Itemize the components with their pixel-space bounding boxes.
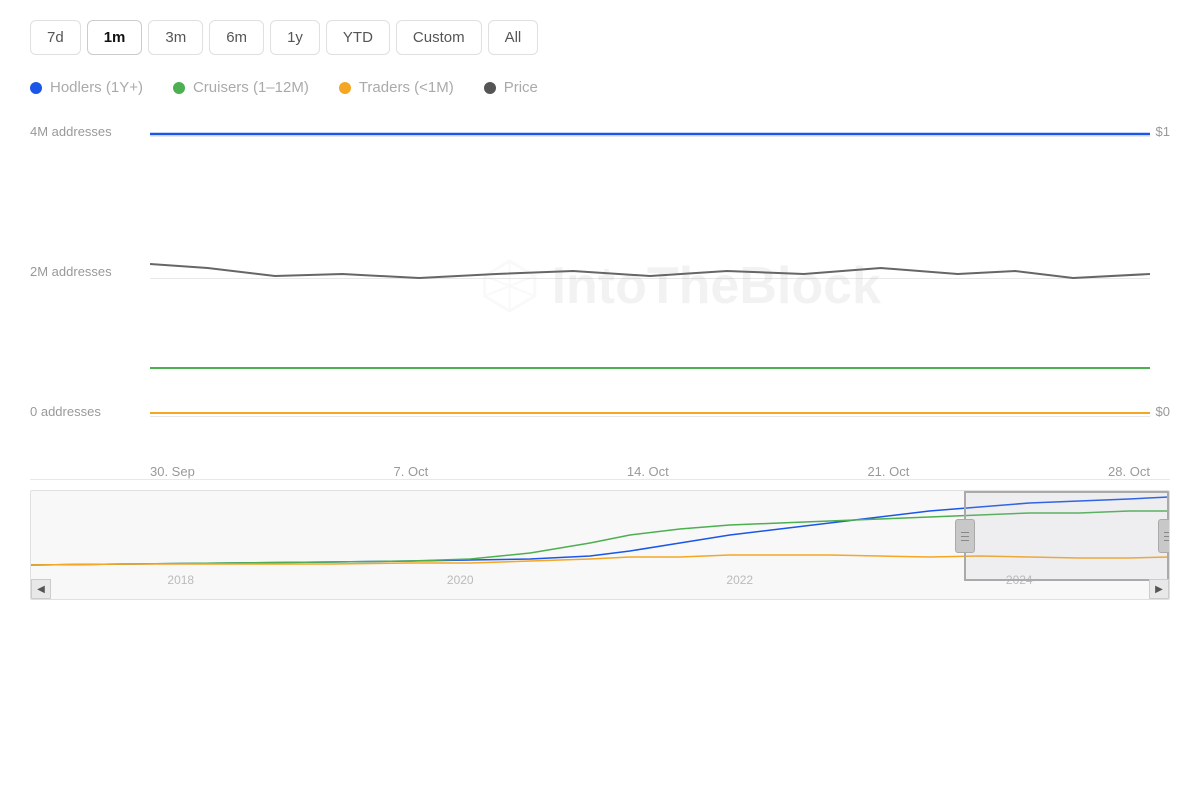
mini-x-axis: 2018 2020 2022 2024	[31, 571, 1169, 587]
y-label-right-0: $0	[1156, 404, 1170, 419]
btn-7d[interactable]: 7d	[30, 20, 81, 55]
scroll-left-button[interactable]: ◀	[31, 579, 51, 599]
traders-dot	[339, 82, 351, 94]
legend-traders: Traders (<1M)	[339, 79, 454, 96]
x-label-1: 7. Oct	[394, 464, 429, 479]
legend-price: Price	[484, 79, 538, 96]
main-chart: 4M addresses 2M addresses 0 addresses $1…	[30, 116, 1170, 456]
main-chart-area: 4M addresses 2M addresses 0 addresses $1…	[30, 116, 1170, 480]
y-label-right-1: $1	[1156, 124, 1170, 139]
time-range-selector: 7d 1m 3m 6m 1y YTD Custom All	[30, 20, 1170, 55]
btn-1y[interactable]: 1y	[270, 20, 320, 55]
traders-label: Traders (<1M)	[359, 79, 454, 96]
x-axis: 30. Sep 7. Oct 14. Oct 21. Oct 28. Oct	[30, 456, 1170, 479]
mini-x-label-3: 2024	[1006, 573, 1033, 587]
x-label-4: 28. Oct	[1108, 464, 1150, 479]
y-label-2m: 2M addresses	[30, 264, 112, 279]
x-label-3: 21. Oct	[867, 464, 909, 479]
x-label-2: 14. Oct	[627, 464, 669, 479]
btn-6m[interactable]: 6m	[209, 20, 264, 55]
btn-ytd[interactable]: YTD	[326, 20, 390, 55]
mini-chart-container[interactable]: 2018 2020 2022 2024 ◀ ▶	[30, 490, 1170, 600]
btn-3m[interactable]: 3m	[148, 20, 203, 55]
hodlers-dot	[30, 82, 42, 94]
mini-x-label-0: 2018	[167, 573, 194, 587]
price-label: Price	[504, 79, 538, 96]
mini-x-label-2: 2022	[726, 573, 753, 587]
cruisers-dot	[173, 82, 185, 94]
mini-x-label-1: 2020	[447, 573, 474, 587]
scroll-right-button[interactable]: ▶	[1149, 579, 1169, 599]
hodlers-label: Hodlers (1Y+)	[50, 79, 143, 96]
cruisers-label: Cruisers (1–12M)	[193, 79, 309, 96]
legend-hodlers: Hodlers (1Y+)	[30, 79, 143, 96]
btn-custom[interactable]: Custom	[396, 20, 482, 55]
mini-chart-svg	[31, 491, 1169, 571]
x-label-0: 30. Sep	[150, 464, 195, 479]
y-label-4m: 4M addresses	[30, 124, 112, 139]
price-dot	[484, 82, 496, 94]
chart-legend: Hodlers (1Y+) Cruisers (1–12M) Traders (…	[30, 79, 1170, 96]
btn-1m[interactable]: 1m	[87, 20, 143, 55]
y-label-0: 0 addresses	[30, 404, 101, 419]
chart-svg	[150, 116, 1150, 426]
legend-cruisers: Cruisers (1–12M)	[173, 79, 309, 96]
btn-all[interactable]: All	[488, 20, 539, 55]
